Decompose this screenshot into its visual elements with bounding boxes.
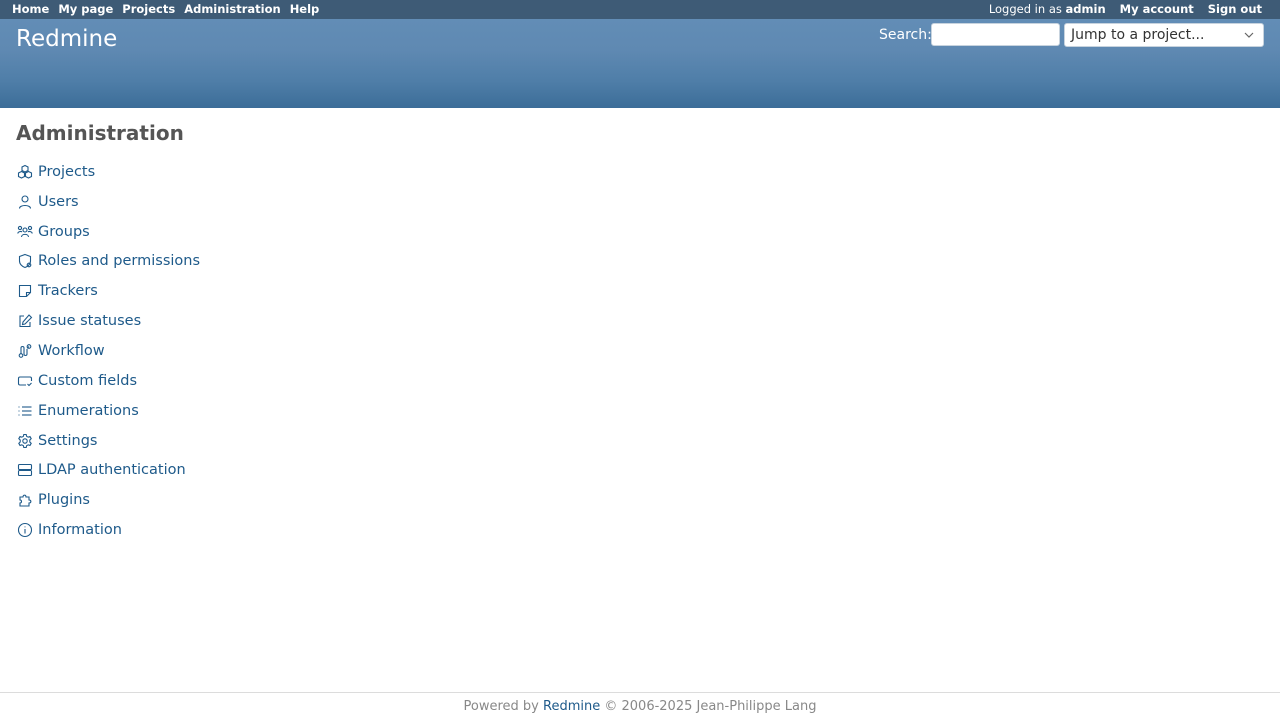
my-account-link[interactable]: My account (1120, 2, 1194, 16)
admin-menu-item-ldap[interactable]: LDAP authentication (16, 455, 200, 485)
chevron-down-icon (1244, 32, 1254, 38)
admin-menu-link[interactable]: Users (38, 194, 79, 210)
custom-fields-icon (16, 372, 34, 390)
admin-menu-item-settings[interactable]: Settings (16, 426, 200, 456)
admin-menu-item-projects[interactable]: Projects (16, 157, 200, 187)
footer-powered-by: Powered by (463, 699, 539, 714)
admin-menu-item-users[interactable]: Users (16, 187, 200, 217)
sign-out-link[interactable]: Sign out (1208, 2, 1262, 16)
workflow-icon (16, 342, 34, 360)
header: Redmine Search: Jump to a project... (0, 19, 1280, 108)
admin-menu-item-workflow[interactable]: Workflow (16, 336, 200, 366)
admin-menu-link[interactable]: Settings (38, 433, 97, 449)
admin-menu-link[interactable]: Plugins (38, 492, 90, 508)
admin-menu-item-plugins[interactable]: Plugins (16, 485, 200, 515)
admin-menu: Projects Users Groups Roles and permissi… (16, 157, 200, 545)
admin-menu-item-issue-statuses[interactable]: Issue statuses (16, 306, 200, 336)
logged-in-as-label: Logged in as (988, 2, 1062, 16)
top-menu-administration-link[interactable]: Administration (184, 2, 281, 16)
logged-in-user-link[interactable]: admin (1066, 2, 1106, 16)
top-menu-help-link[interactable]: Help (290, 2, 320, 16)
admin-menu-item-information[interactable]: Information (16, 515, 200, 545)
footer-copyright: © 2006-2025 Jean-Philippe Lang (604, 699, 817, 714)
top-menu-left: Home My page Projects Administration Hel… (12, 2, 319, 16)
admin-menu-link[interactable]: Projects (38, 164, 95, 180)
search-input[interactable] (931, 23, 1060, 46)
admin-menu-link[interactable]: Enumerations (38, 403, 139, 419)
top-menu-projects-link[interactable]: Projects (122, 2, 175, 16)
footer: Powered by Redmine © 2006-2025 Jean-Phil… (0, 692, 1280, 720)
groups-icon (16, 223, 34, 241)
gear-icon (16, 432, 34, 450)
admin-menu-link[interactable]: Information (38, 522, 122, 538)
admin-menu-link[interactable]: Issue statuses (38, 313, 141, 329)
trackers-icon (16, 282, 34, 300)
projects-icon (16, 163, 34, 181)
footer-redmine-link[interactable]: Redmine (543, 699, 600, 714)
puzzle-icon (16, 491, 34, 509)
edit-icon (16, 312, 34, 330)
admin-menu-item-roles[interactable]: Roles and permissions (16, 247, 200, 277)
site-title: Redmine (16, 26, 118, 52)
top-menu-home-link[interactable]: Home (12, 2, 49, 16)
admin-menu-link[interactable]: LDAP authentication (38, 462, 186, 478)
top-menu-my-page-link[interactable]: My page (58, 2, 113, 16)
search-label: Search: (879, 27, 932, 43)
admin-menu-item-trackers[interactable]: Trackers (16, 276, 200, 306)
logged-in-as: Logged in as admin (989, 2, 1106, 16)
admin-menu-link[interactable]: Groups (38, 224, 90, 240)
admin-menu-item-enumerations[interactable]: Enumerations (16, 396, 200, 426)
admin-menu-link[interactable]: Custom fields (38, 373, 137, 389)
admin-menu-item-custom-fields[interactable]: Custom fields (16, 366, 200, 396)
list-icon (16, 402, 34, 420)
server-icon (16, 461, 34, 479)
jump-to-project-label: Jump to a project... (1071, 27, 1205, 43)
roles-icon (16, 252, 34, 270)
info-icon (16, 521, 34, 539)
user-icon (16, 193, 34, 211)
top-menu-right: Logged in as admin My account Sign out (989, 2, 1262, 16)
admin-menu-link[interactable]: Trackers (38, 283, 98, 299)
page-title: Administration (16, 121, 184, 145)
jump-to-project-select[interactable]: Jump to a project... (1064, 23, 1264, 47)
admin-menu-item-groups[interactable]: Groups (16, 217, 200, 247)
admin-menu-link[interactable]: Roles and permissions (38, 253, 200, 269)
top-menu: Home My page Projects Administration Hel… (0, 0, 1280, 19)
admin-menu-link[interactable]: Workflow (38, 343, 105, 359)
